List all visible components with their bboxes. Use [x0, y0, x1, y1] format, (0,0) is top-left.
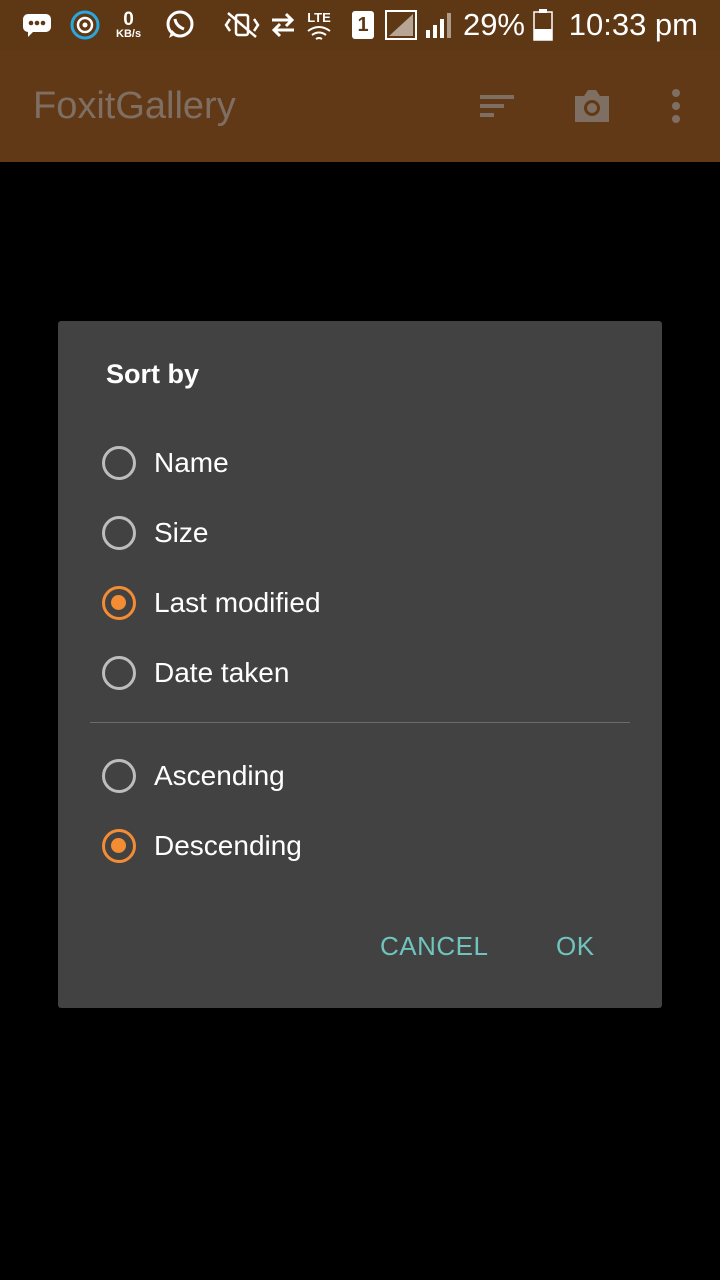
message-icon	[22, 0, 52, 50]
signal-icon-2	[424, 0, 454, 50]
network-speed: 0 KB/s	[116, 0, 141, 50]
sort-icon[interactable]	[470, 80, 522, 132]
lte-indicator: LTE	[304, 0, 334, 50]
more-vert-icon[interactable]	[650, 80, 702, 132]
status-bar: 0 KB/s LTE 1 29% 10:33 pm	[0, 0, 720, 50]
hotspot-icon	[68, 0, 102, 50]
dialog-title: Sort by	[106, 359, 200, 389]
battery-icon	[533, 0, 553, 50]
speed-value: 0	[123, 9, 134, 30]
whatsapp-icon	[164, 0, 196, 50]
sort-option-size[interactable]: Size	[102, 503, 208, 563]
option-label: Descending	[154, 830, 302, 861]
option-label: Last modified	[154, 587, 321, 618]
app-title: FoxitGallery	[33, 85, 236, 127]
sort-dialog: Sort by Name Size Last modified Date tak…	[58, 321, 662, 1008]
ok-button[interactable]: OK	[556, 921, 595, 971]
option-label: Date taken	[154, 657, 290, 688]
wifi-calling-icon	[307, 25, 331, 40]
option-label: Name	[154, 447, 229, 478]
camera-icon[interactable]	[566, 80, 618, 132]
battery-percent: 29%	[462, 7, 525, 42]
radio-button[interactable]	[102, 656, 136, 690]
sort-option-name[interactable]: Name	[102, 433, 229, 493]
radio-button[interactable]	[102, 446, 136, 480]
data-transfer-icon	[268, 0, 298, 50]
sim-icon: 1	[352, 0, 374, 50]
order-option-ascending[interactable]: Ascending	[102, 746, 285, 806]
network-type: LTE	[307, 9, 331, 25]
radio-button-selected[interactable]	[102, 829, 136, 863]
option-label: Size	[154, 517, 209, 548]
sim-slot: 1	[352, 11, 374, 39]
speed-unit: KB/s	[116, 28, 142, 40]
cancel-button[interactable]: CANCEL	[380, 921, 488, 971]
app-bar: FoxitGallery	[0, 50, 720, 162]
divider	[90, 722, 630, 723]
sort-option-last-modified[interactable]: Last modified	[102, 573, 321, 633]
radio-button[interactable]	[102, 759, 136, 793]
radio-button-selected[interactable]	[102, 586, 136, 620]
radio-button[interactable]	[102, 516, 136, 550]
vibrate-icon	[222, 0, 262, 50]
signal-icon-1	[385, 0, 417, 50]
order-option-descending[interactable]: Descending	[102, 816, 302, 876]
option-label: Ascending	[154, 760, 285, 791]
clock: 10:33 pm	[568, 7, 698, 42]
sort-option-date-taken[interactable]: Date taken	[102, 643, 289, 703]
